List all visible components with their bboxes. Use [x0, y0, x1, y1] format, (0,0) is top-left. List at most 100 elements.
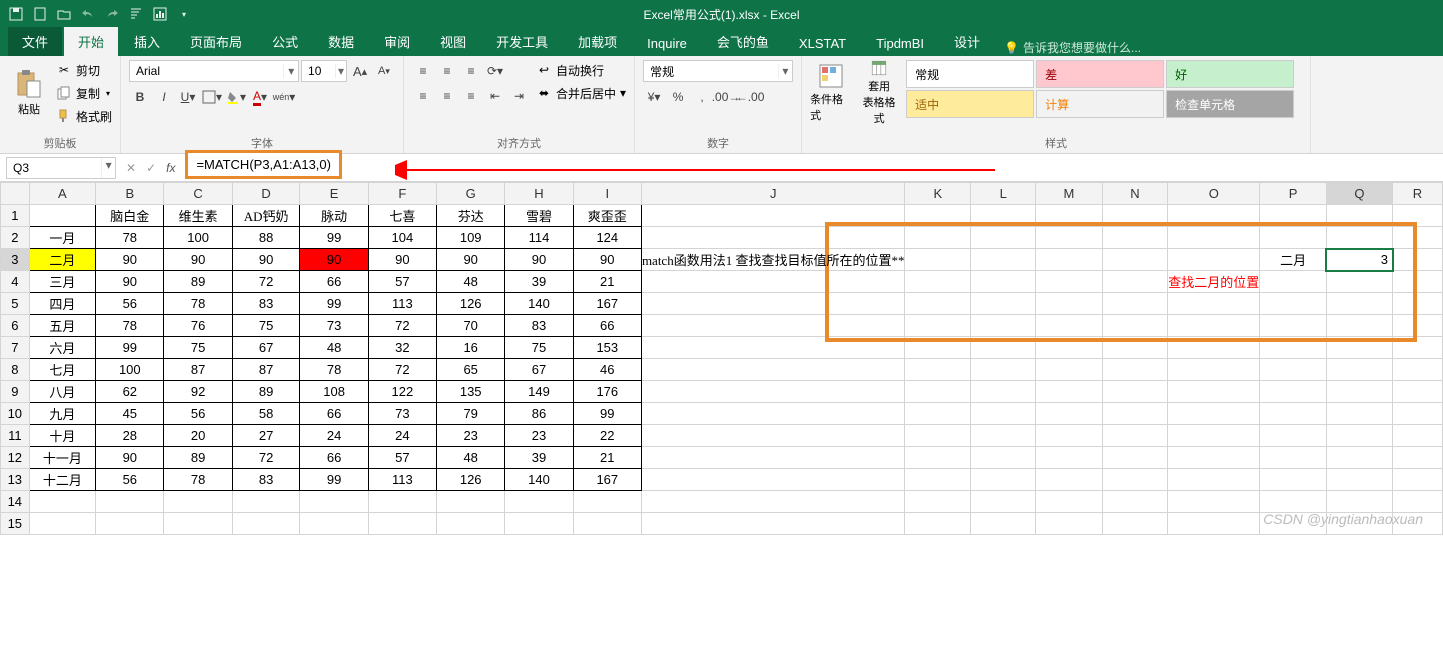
cell[interactable]: AD钙奶	[232, 205, 300, 227]
cell[interactable]	[1036, 381, 1102, 403]
decrease-font-icon[interactable]: A▾	[373, 60, 395, 82]
column-header[interactable]: K	[905, 183, 971, 205]
cell[interactable]	[1102, 403, 1168, 425]
cell[interactable]: 70	[437, 315, 505, 337]
cell[interactable]: 76	[164, 315, 232, 337]
cell[interactable]	[96, 491, 164, 513]
cell[interactable]: 167	[573, 469, 641, 491]
number-format-combo[interactable]: ▾	[643, 60, 793, 82]
column-header[interactable]: E	[300, 183, 368, 205]
cell[interactable]: 45	[96, 403, 164, 425]
cell[interactable]: 24	[300, 425, 368, 447]
tab-inquire[interactable]: Inquire	[633, 31, 701, 56]
cell[interactable]	[1168, 513, 1260, 535]
tab-addins[interactable]: 加载项	[564, 27, 631, 56]
row-header[interactable]: 6	[1, 315, 30, 337]
increase-font-icon[interactable]: A▴	[349, 60, 371, 82]
cell[interactable]: 九月	[29, 403, 96, 425]
row-header[interactable]: 15	[1, 513, 30, 535]
cell[interactable]: 芬达	[437, 205, 505, 227]
row-header[interactable]: 1	[1, 205, 30, 227]
italic-button[interactable]: I	[153, 86, 175, 108]
cell[interactable]: 89	[164, 271, 232, 293]
cell[interactable]	[505, 491, 573, 513]
cell[interactable]	[641, 403, 905, 425]
cell[interactable]	[232, 513, 300, 535]
cell[interactable]: 88	[232, 227, 300, 249]
tab-home[interactable]: 开始	[64, 27, 118, 56]
cell[interactable]	[29, 491, 96, 513]
cell[interactable]: 126	[437, 469, 505, 491]
cell[interactable]: 48	[437, 447, 505, 469]
cell[interactable]	[1393, 359, 1443, 381]
cell[interactable]: 99	[573, 403, 641, 425]
style-cell[interactable]: 计算	[1036, 90, 1164, 118]
cell[interactable]	[1036, 469, 1102, 491]
cell[interactable]	[905, 381, 971, 403]
cell-styles-gallery[interactable]: 常规差好适中计算检查单元格	[906, 60, 1302, 118]
formula-input[interactable]: =MATCH(P3,A1:A13,0)	[185, 150, 342, 179]
row-header[interactable]: 7	[1, 337, 30, 359]
cell[interactable]	[368, 491, 436, 513]
cell[interactable]	[1260, 425, 1327, 447]
row-header[interactable]: 14	[1, 491, 30, 513]
save-icon[interactable]	[8, 6, 24, 22]
style-cell[interactable]: 检查单元格	[1166, 90, 1294, 118]
undo-icon[interactable]	[80, 6, 96, 22]
cell[interactable]: 23	[505, 425, 573, 447]
fill-color-button[interactable]: ▾	[225, 86, 247, 108]
cell[interactable]	[1326, 359, 1392, 381]
cell[interactable]	[905, 469, 971, 491]
align-right-icon[interactable]: ≡	[460, 85, 482, 107]
cell[interactable]: 爽歪歪	[573, 205, 641, 227]
merge-center-button[interactable]: ⬌合并后居中 ▾	[536, 83, 626, 103]
cell[interactable]	[641, 359, 905, 381]
tab-file[interactable]: 文件	[8, 27, 62, 56]
cell[interactable]	[1102, 513, 1168, 535]
worksheet[interactable]: ABCDEFGHIJKLMNOPQR1脑白金维生素AD钙奶脉动七喜芬达雪碧爽歪歪…	[0, 182, 1443, 535]
cell[interactable]: 73	[300, 315, 368, 337]
cell[interactable]: 八月	[29, 381, 96, 403]
cell[interactable]	[164, 513, 232, 535]
cell[interactable]	[1168, 491, 1260, 513]
cell[interactable]	[905, 359, 971, 381]
tab-view[interactable]: 视图	[426, 27, 480, 56]
align-bottom-icon[interactable]: ≡	[460, 60, 482, 82]
cell[interactable]: 113	[368, 293, 436, 315]
cell[interactable]: 73	[368, 403, 436, 425]
column-header[interactable]: D	[232, 183, 300, 205]
decrease-indent-icon[interactable]: ⇤	[484, 85, 506, 107]
style-cell[interactable]: 好	[1166, 60, 1294, 88]
cell[interactable]	[1168, 447, 1260, 469]
cell[interactable]: 99	[300, 293, 368, 315]
enter-formula-icon[interactable]: ✓	[146, 161, 156, 175]
cell[interactable]: 83	[232, 469, 300, 491]
cell[interactable]	[1326, 469, 1392, 491]
cell[interactable]: 五月	[29, 315, 96, 337]
tab-review[interactable]: 审阅	[370, 27, 424, 56]
name-box[interactable]: ▾	[6, 157, 116, 179]
row-header[interactable]: 2	[1, 227, 30, 249]
cell[interactable]: 135	[437, 381, 505, 403]
orientation-icon[interactable]: ⟳▾	[484, 60, 506, 82]
cell[interactable]	[1168, 381, 1260, 403]
cell[interactable]: 六月	[29, 337, 96, 359]
cell[interactable]	[1036, 403, 1102, 425]
cell[interactable]: 78	[164, 293, 232, 315]
percent-icon[interactable]: %	[667, 86, 689, 108]
cell[interactable]: 90	[232, 249, 300, 271]
cell[interactable]: 78	[300, 359, 368, 381]
cell[interactable]: 一月	[29, 227, 96, 249]
cell[interactable]	[971, 513, 1036, 535]
cell[interactable]: 89	[232, 381, 300, 403]
cell[interactable]	[1260, 359, 1327, 381]
cell[interactable]: 56	[164, 403, 232, 425]
font-name-combo[interactable]: ▾	[129, 60, 299, 82]
tab-layout[interactable]: 页面布局	[176, 27, 256, 56]
cut-button[interactable]: ✂剪切	[56, 60, 112, 80]
cell[interactable]	[641, 491, 905, 513]
cell[interactable]: 27	[232, 425, 300, 447]
cell[interactable]: 三月	[29, 271, 96, 293]
sort-icon[interactable]	[128, 6, 144, 22]
cell[interactable]: 维生素	[164, 205, 232, 227]
